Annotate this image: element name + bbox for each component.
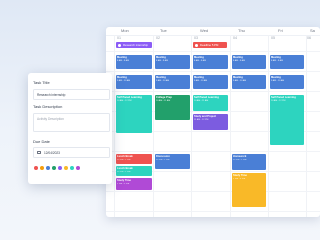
description-textarea[interactable]: Activity Description xyxy=(33,113,110,132)
calendar-event[interactable]: Meeting 9 AM - 10 AM xyxy=(232,75,266,89)
date-fri: 05 xyxy=(271,36,275,40)
hour-line xyxy=(106,191,320,192)
hour-line xyxy=(106,51,320,52)
task-title-label: Task Title xyxy=(33,80,50,85)
day-column xyxy=(306,35,307,217)
event-time: 1 PM - 2 PM xyxy=(117,182,130,185)
event-time: 10 AM - 11 AM xyxy=(194,99,209,102)
hour-line xyxy=(106,71,320,72)
color-swatch[interactable] xyxy=(46,166,50,170)
event-time: 12 PM - 1 PM xyxy=(156,158,170,161)
hour-line xyxy=(106,91,320,92)
calendar-event[interactable]: Lunch Break 12 PM - 1 PM xyxy=(116,154,152,164)
event-time: 10 AM - 12 PM xyxy=(117,99,132,102)
event-time: 9 AM - 10 AM xyxy=(156,79,170,82)
date-wed: 03 xyxy=(194,36,198,40)
event-time: 10 AM - 12 PM xyxy=(271,99,286,102)
calendar-event[interactable]: Study Time 1 PM - 3 PM xyxy=(232,173,266,207)
calendar-event[interactable]: Meeting 9 AM - 10 AM xyxy=(193,75,228,89)
calendar-event[interactable]: Study Time 1 PM - 2 PM xyxy=(116,178,152,190)
calendar-event[interactable]: Study and Project 11 AM - 12 PM xyxy=(193,114,228,130)
description-placeholder: Activity Description xyxy=(37,117,64,121)
day-name-mon: Mon xyxy=(121,28,129,33)
calendar-event[interactable]: Self Paced Learning 10 AM - 11 AM xyxy=(193,95,228,111)
day-name-wed: Wed xyxy=(200,28,209,33)
calendar-event[interactable]: Self Paced Learning 10 AM - 12 PM xyxy=(116,95,152,133)
calendar-header: Mon Tue Wed Thu Fri Sa xyxy=(106,27,320,36)
date-thu: 04 xyxy=(233,36,237,40)
calendar-event[interactable]: Lunch Break 12 PM - 1 PM xyxy=(116,166,152,176)
calendar-event[interactable]: Meeting 8 AM - 9 AM xyxy=(155,55,190,69)
day-column xyxy=(114,35,115,217)
date-tue: 02 xyxy=(156,36,160,40)
event-time: 9 AM - 10 AM xyxy=(233,79,247,82)
calendar-event[interactable]: Discussion 12 PM - 1 PM xyxy=(155,154,190,169)
hour-line xyxy=(106,211,320,212)
day-name-thu: Thu xyxy=(238,28,245,33)
day-column xyxy=(230,35,231,217)
calendar-event[interactable]: Meeting 9 AM - 10 AM xyxy=(155,75,190,89)
event-time: 8 AM - 9 AM xyxy=(233,59,245,62)
date-sat: 06 xyxy=(307,36,311,40)
event-time: 8 AM - 9 AM xyxy=(271,59,283,62)
calendar-event[interactable]: College Prep 10 AM - 11 AM xyxy=(155,95,190,120)
event-dot-icon xyxy=(118,43,121,47)
event-time: 12 PM - 1 PM xyxy=(117,170,131,173)
calendar-event[interactable]: Meeting 9 AM - 10 AM xyxy=(270,75,304,89)
color-swatch[interactable] xyxy=(76,166,80,170)
event-time: 9 AM - 10 AM xyxy=(117,79,131,82)
task-title-value: Research internship xyxy=(37,92,66,97)
calendar-event[interactable]: Meeting 8 AM - 9 AM xyxy=(116,55,152,69)
event-time: 8 AM - 9 AM xyxy=(194,59,206,62)
day-name-fri: Fri xyxy=(278,28,283,33)
calendar-event[interactable]: Meeting 8 AM - 9 AM xyxy=(232,55,266,69)
due-date-value: 12/04/2023 xyxy=(44,150,60,155)
color-swatch[interactable] xyxy=(40,166,44,170)
allday-event[interactable]: Research internship xyxy=(116,42,152,48)
date-mon: 01 xyxy=(117,36,121,40)
description-label: Task Description xyxy=(33,104,63,109)
color-swatch[interactable] xyxy=(70,166,74,170)
day-column xyxy=(191,35,192,217)
allday-event-title: Research internship xyxy=(123,43,148,48)
color-swatch[interactable] xyxy=(64,166,68,170)
event-time: 12 PM - 1 PM xyxy=(117,158,131,161)
event-time: 1 PM - 3 PM xyxy=(233,177,246,180)
allday-event-title: Deadline 5 PM xyxy=(200,43,219,48)
event-time: 12 PM - 1 PM xyxy=(233,158,247,161)
day-column xyxy=(153,35,154,217)
calendar-icon xyxy=(37,150,41,154)
event-time: 9 AM - 10 AM xyxy=(194,79,208,82)
event-dot-icon xyxy=(195,43,198,47)
calendar-event[interactable]: Meeting 9 AM - 10 AM xyxy=(116,75,152,89)
task-title-input[interactable]: Research internship xyxy=(33,89,110,100)
day-name-sat: Sa xyxy=(310,28,315,33)
hour-line xyxy=(106,151,320,152)
calendar-panel: Mon Tue Wed Thu Fri Sa 01 02 03 04 05 06… xyxy=(106,27,320,217)
color-swatch[interactable] xyxy=(52,166,56,170)
event-time: 11 AM - 12 PM xyxy=(194,118,209,121)
calendar-event[interactable]: Meeting 8 AM - 9 AM xyxy=(193,55,228,69)
allday-event[interactable]: Deadline 5 PM xyxy=(193,42,227,48)
event-time: 8 AM - 9 AM xyxy=(156,59,168,62)
color-swatch[interactable] xyxy=(34,166,38,170)
event-time: 10 AM - 11 AM xyxy=(156,99,171,102)
calendar-event[interactable]: Meeting 8 AM - 9 AM xyxy=(270,55,304,69)
calendar-event[interactable]: Self Paced Learning 10 AM - 12 PM xyxy=(270,95,304,145)
due-date-label: Due Date xyxy=(33,139,50,144)
day-column xyxy=(268,35,269,217)
calendar-event[interactable]: Homework 12 PM - 1 PM xyxy=(232,154,266,170)
color-swatch[interactable] xyxy=(58,166,62,170)
event-time: 9 AM - 10 AM xyxy=(271,79,285,82)
day-name-tue: Tue xyxy=(160,28,167,33)
event-time: 8 AM - 9 AM xyxy=(117,59,129,62)
due-date-input[interactable]: 12/04/2023 xyxy=(33,147,110,158)
